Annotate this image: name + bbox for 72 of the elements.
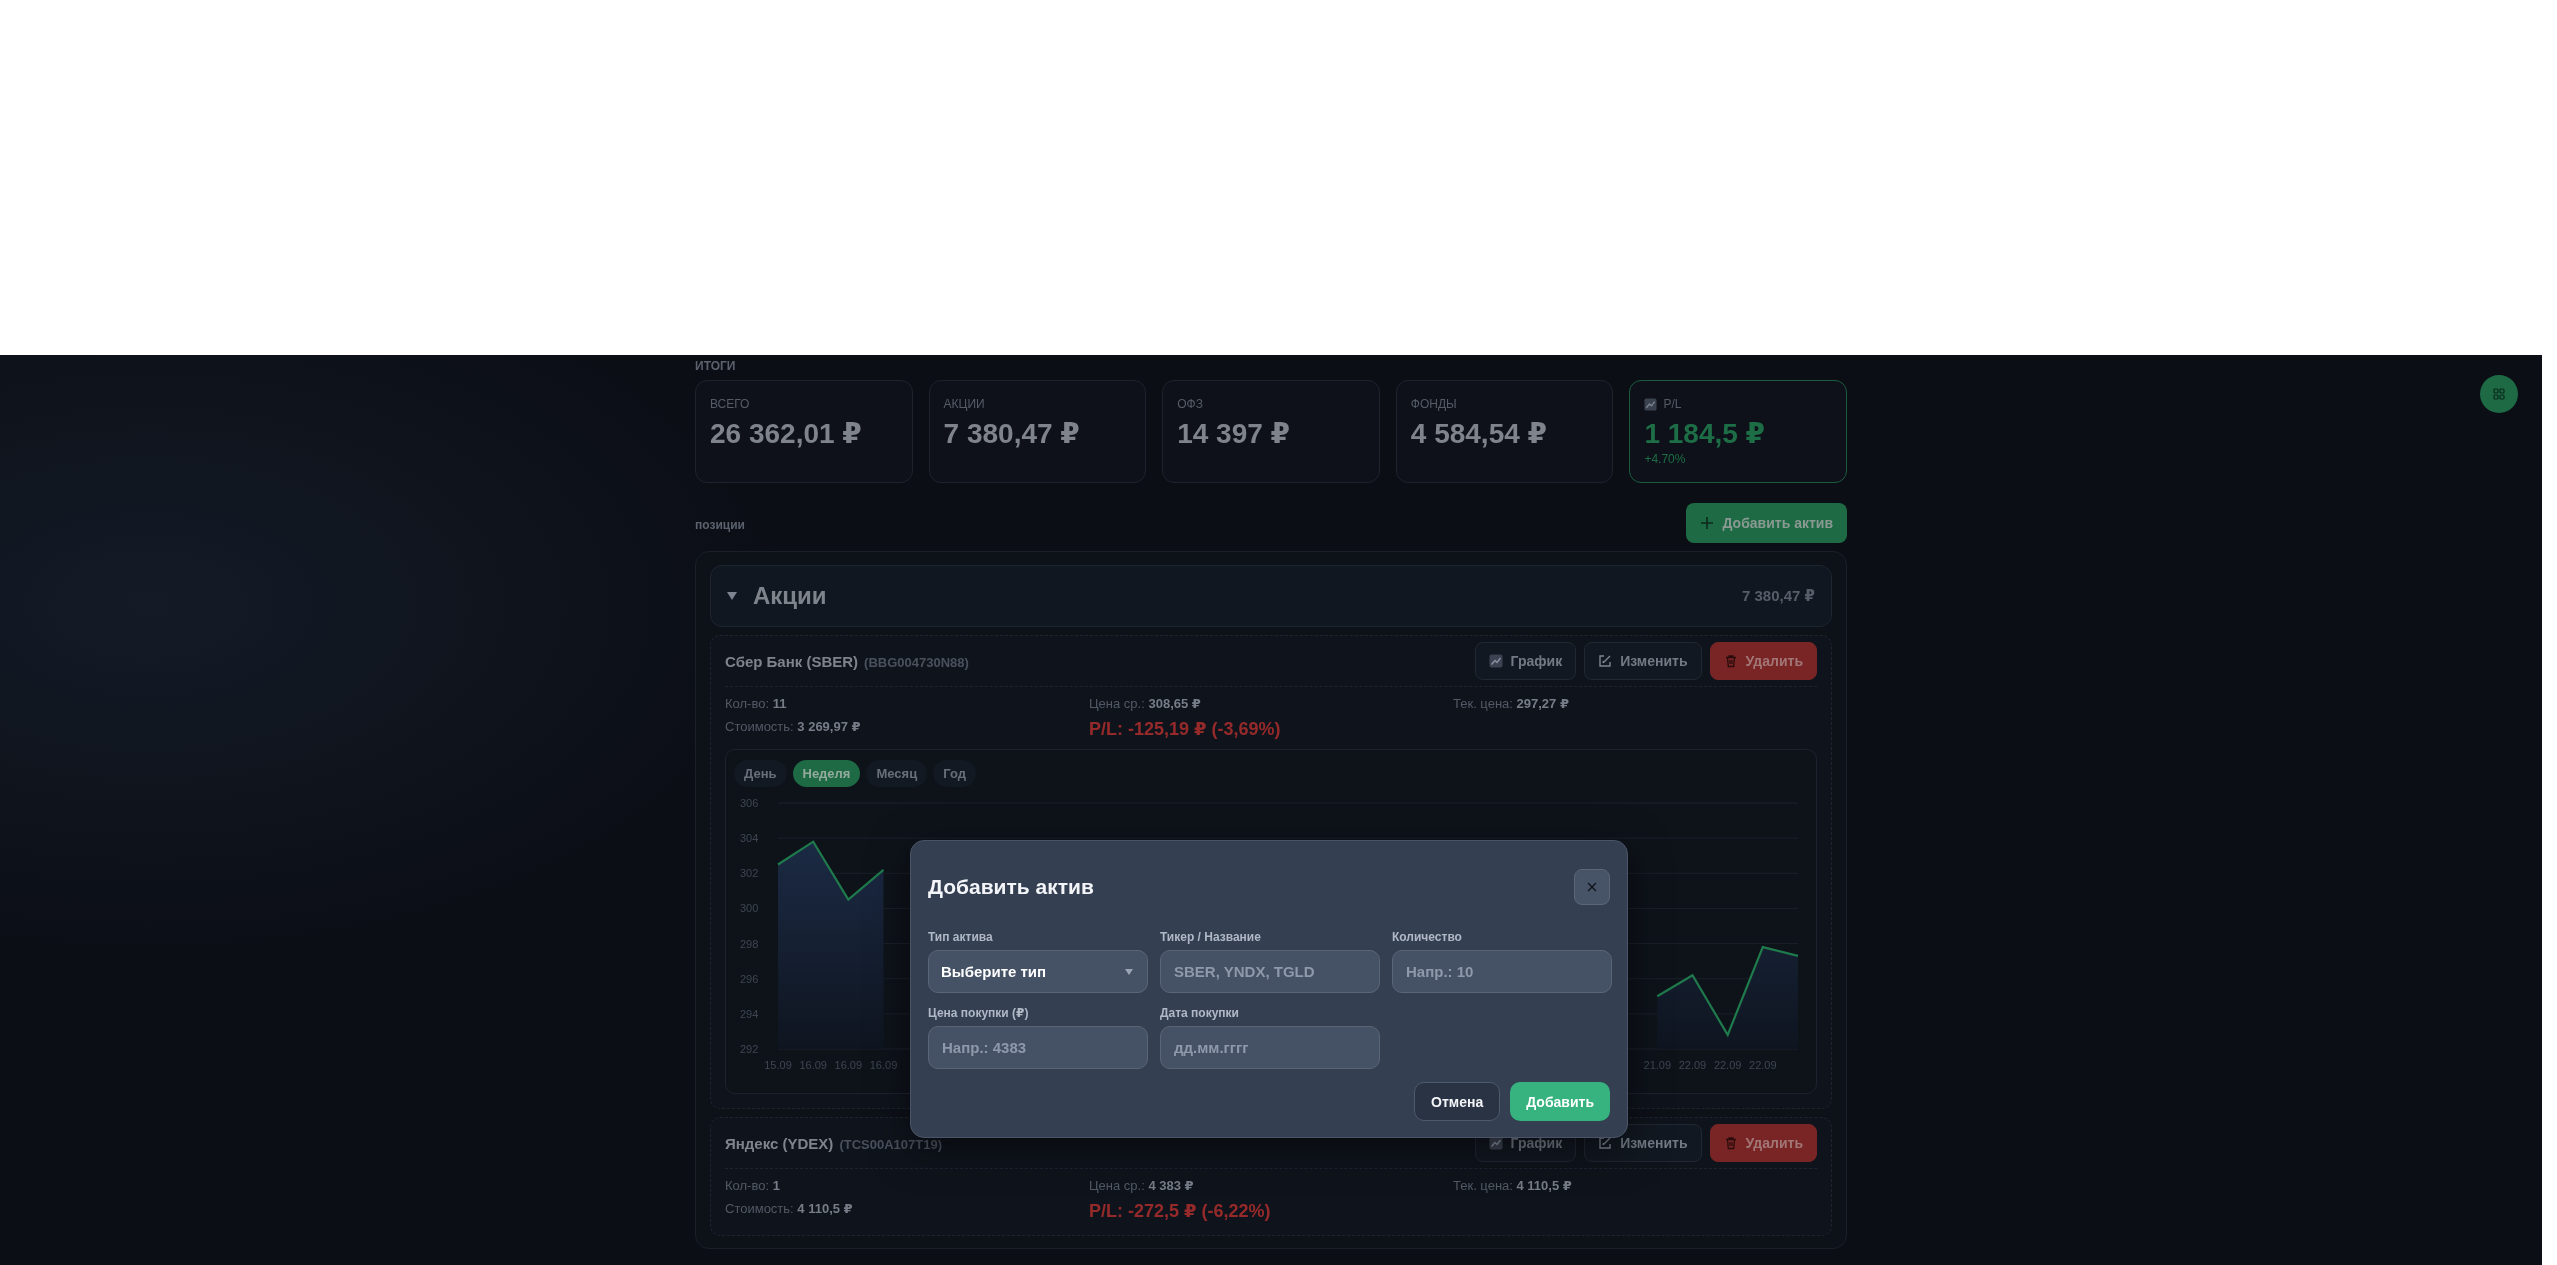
submit-button[interactable]: Добавить [1510,1082,1610,1121]
asset-name: Яндекс (YDEX) [725,1134,834,1152]
current-price-text: Тек. цена: 4 110,5 ₽ [1453,1178,1573,1194]
asset-code: (TCS00A107T19) [839,1136,942,1152]
card-value: 1 184,5 ₽ [1644,417,1767,450]
quantity-text: Кол-во: 11 [725,696,788,712]
field-label: Количество [1392,930,1463,944]
edit-icon [1598,1136,1613,1150]
delete-button[interactable]: Удалить [1709,1124,1817,1162]
chart-icon [1644,397,1658,411]
average-price-text: Цена ср.: 308,65 ₽ [1089,696,1202,712]
card-value: 14 397 ₽ [1177,417,1292,450]
close-icon [1587,882,1597,892]
profit-loss-text: P/L: -125,19 ₽ (-3,69%) [1089,719,1282,739]
cost-text: Стоимость: 3 269,97 ₽ [725,719,862,735]
y-tick-label: 294 [740,1007,759,1020]
profit-loss-text: P/L: -272,5 ₽ (-6,22%) [1089,1201,1272,1221]
card-value: 7 380,47 ₽ [943,417,1081,450]
apps-button[interactable] [2480,375,2518,413]
card-label: ОФЗ [1177,397,1203,411]
card-change: +4.70% [1644,452,1687,466]
card-value: 26 362,01 ₽ [710,417,863,450]
card-label: ВСЕГО [710,397,750,411]
period-tab[interactable]: Неделя [792,760,861,787]
edit-icon [1598,654,1613,668]
caret-icon [1125,968,1133,975]
group-header[interactable]: Акции 7 380,47 ₽ [710,565,1832,627]
caret-icon[interactable] [727,592,737,600]
period-tab[interactable]: День [734,760,787,787]
period-tab[interactable]: Год [933,760,976,787]
cost-text: Стоимость: 4 110,5 ₽ [725,1201,854,1217]
field-label: Дата покупки [1160,1006,1240,1020]
field-label: Тип актива [928,930,994,944]
trash-icon [1723,1136,1738,1150]
section-title: ИТОГИ [695,358,737,373]
close-button[interactable] [1574,869,1610,905]
quantity-text: Кол-во: 1 [725,1178,781,1194]
plus-icon [1700,516,1715,530]
x-tick-label: 22.09 [1713,1059,1742,1071]
period-tab[interactable]: Месяц [866,760,928,787]
y-tick-label: 302 [740,867,759,880]
chart-button[interactable]: График [1474,642,1577,680]
field-label: Цена покупки (₽) [928,1006,1030,1020]
dialog-title: Добавить актив [928,875,1094,899]
card-label: P/L [1663,397,1682,411]
average-price-text: Цена ср.: 4 383 ₽ [1089,1178,1195,1194]
x-tick-label: 22.09 [1678,1059,1707,1071]
add-asset-button[interactable]: Добавить актив [1686,503,1847,543]
type-select[interactable]: Выберите тип [928,950,1148,993]
input-field[interactable]: дд.мм.гггг [1160,1026,1380,1069]
grid-icon [2493,388,2505,400]
group-total: 7 380,47 ₽ [1742,587,1815,605]
trash-icon [1723,654,1738,668]
y-tick-label: 304 [740,832,759,845]
cancel-button[interactable]: Отмена [1414,1082,1501,1121]
delete-button[interactable]: Удалить [1709,642,1817,680]
input-field[interactable]: Напр.: 4383 [928,1026,1148,1069]
y-tick-label: 306 [740,797,759,809]
input-field[interactable]: Напр.: 10 [1392,950,1612,993]
y-tick-label: 300 [740,902,759,915]
asset-name: Сбер Банк (SBER) [725,652,859,670]
chart-icon [1488,654,1503,668]
card-value: 4 584,54 ₽ [1410,417,1549,450]
section-title: позиции [695,517,745,532]
card-label: АКЦИИ [943,397,985,411]
field-label: Тикер / Название [1160,930,1262,944]
card-label: ФОНДЫ [1410,397,1457,411]
input-field[interactable]: SBER, YNDX, TGLD [1160,950,1380,993]
group-name: Акции [753,582,827,610]
edit-button[interactable]: Изменить [1584,642,1702,680]
current-price-text: Тек. цена: 297,27 ₽ [1453,696,1570,712]
asset-code: (BBG004730N88) [864,654,969,670]
